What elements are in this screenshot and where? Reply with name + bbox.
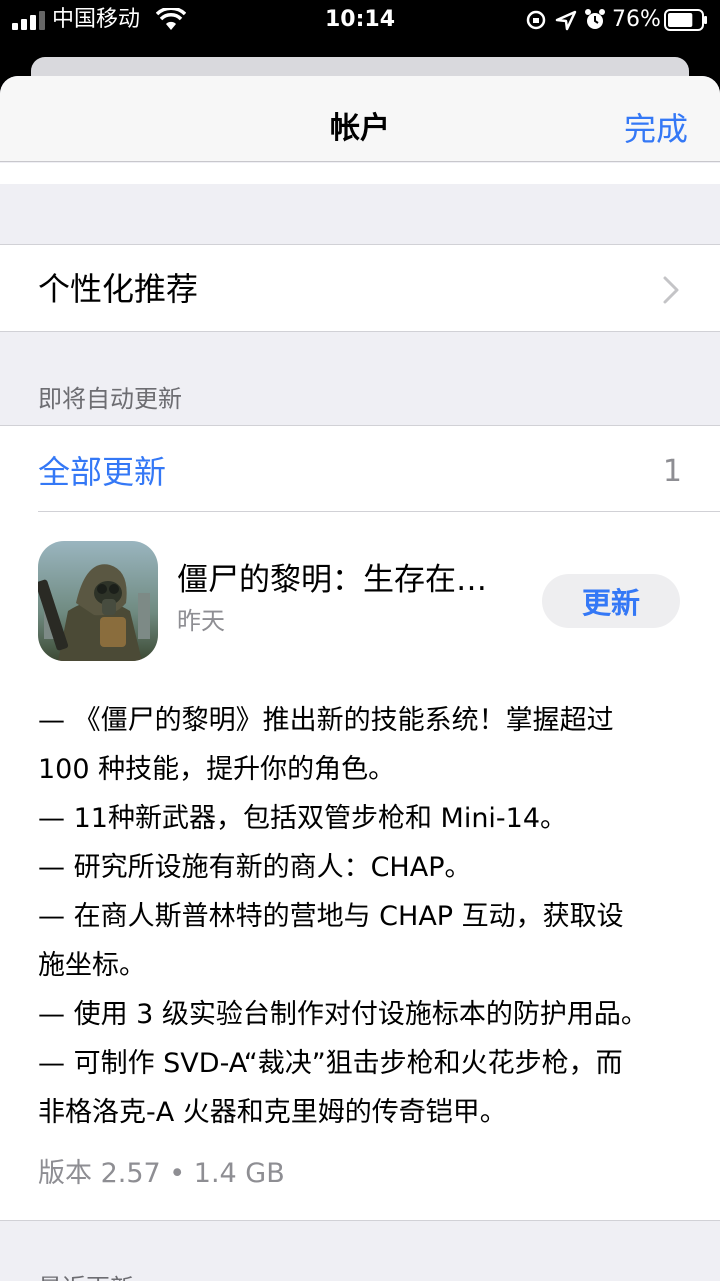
release-note-line: — 可制作 SVD-A“裁决”狙击步枪和火花步枪，而 [38,1048,623,1079]
release-note-line: — 使用 3 级实验台制作对付设施标本的防护用品。 [38,999,648,1030]
account-sheet: 帐户 完成 个性化推荐 即将自动更新 全部更新 1 僵尸的黎明：生存在… 昨天 … [0,76,720,1281]
navigation-bar: 帐户 完成 [0,76,720,162]
screen-lock-icon [526,10,546,30]
page-title: 帐户 [330,111,390,146]
chevron-right-icon [663,276,679,304]
app-icon[interactable] [38,541,158,661]
release-notes: — 《僵尸的黎明》推出新的技能系统！掌握超过 100 种技能，提升你的角色。 —… [38,696,688,1137]
previous-row-edge [0,163,720,184]
update-count: 1 [662,454,682,489]
alarm-icon [585,9,605,29]
release-note-line: 100 种技能，提升你的角色。 [38,754,396,785]
recent-updates-section-header: 最近更新 [38,1271,134,1281]
divider [38,511,720,512]
release-note-line: 非格洛克-A 火器和克里姆的传奇铠甲。 [38,1097,507,1128]
auto-update-section-header: 即将自动更新 [38,385,182,413]
update-button[interactable]: 更新 [542,574,680,628]
battery-icon [664,9,707,31]
release-note-line: — 11种新武器，包括双管步枪和 Mini-14。 [38,803,568,834]
location-icon [555,10,577,31]
app-icon-artwork [38,541,158,661]
release-note-line: — 在商人斯普林特的营地与 CHAP 互动，获取设 [38,901,624,932]
release-note-line: — 《僵尸的黎明》推出新的技能系统！掌握超过 [38,705,614,736]
updates-list: 全部更新 1 僵尸的黎明：生存在… 昨天 更新 — 《僵尸的黎明》推出新的技能系… [0,425,720,1221]
release-note-line: 施坐标。 [38,950,146,981]
update-all-button[interactable]: 全部更新 [38,450,166,494]
status-bar: 中国移动 10:14 76% [0,0,720,40]
done-button[interactable]: 完成 [624,108,688,150]
status-icons [526,9,605,31]
app-name[interactable]: 僵尸的黎明：生存在… [177,560,487,600]
release-note-line: — 研究所设施有新的商人：CHAP。 [38,852,472,883]
battery-percent: 76% [612,7,661,32]
personalized-recommendations-label: 个性化推荐 [38,270,199,308]
app-update-date: 昨天 [177,607,225,635]
version-info: 版本 2.57 • 1.4 GB [38,1158,285,1189]
personalized-recommendations-row[interactable]: 个性化推荐 [0,244,720,332]
